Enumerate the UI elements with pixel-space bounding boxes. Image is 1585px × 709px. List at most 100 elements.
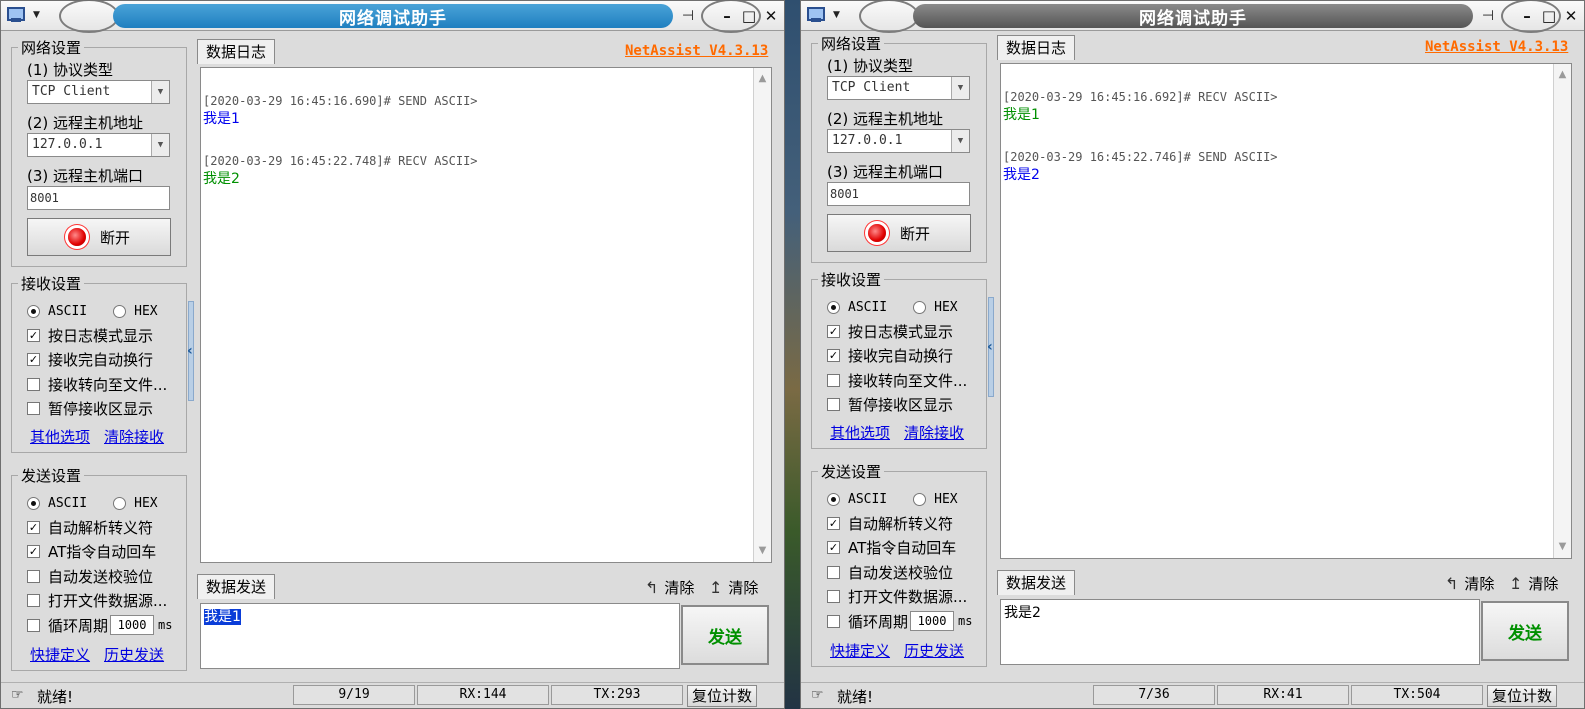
checkbox[interactable] [27,401,40,415]
host-select[interactable]: 127.0.0.1 ▼ [827,129,970,153]
reset-count-button[interactable]: 复位计数 [1487,685,1557,707]
shortcut-link[interactable]: 快捷定义 [830,640,890,661]
pause-display-option[interactable]: 暂停接收区显示 [827,394,953,414]
log-mode-option[interactable]: ✓ 按日志模式显示 [27,325,153,345]
at-auto-cr-option[interactable]: ✓ AT指令自动回车 [827,537,956,557]
send-button[interactable]: 发送 [681,605,769,665]
checkbox[interactable] [27,618,40,632]
pin-icon[interactable]: ⊣ [677,6,699,26]
title-bar[interactable]: ▼ 网络调试助手 ⊣ – □ ✕ [801,1,1584,33]
checkbox[interactable] [27,593,40,607]
history-send-link[interactable]: 历史发送 [904,640,964,661]
clear-send-button[interactable]: ↥ 清除 [1509,572,1558,594]
maximize-button[interactable]: □ [1539,6,1559,26]
send-button[interactable]: 发送 [1481,601,1569,661]
data-log-area[interactable]: [2020-03-29 16:45:16.690]# SEND ASCII> 我… [200,67,772,563]
checkbox[interactable] [827,397,840,411]
auto-checksum-option[interactable]: 自动发送校验位 [27,566,153,586]
host-select[interactable]: 127.0.0.1 ▼ [27,133,170,157]
checkbox-checked[interactable]: ✓ [827,348,840,362]
data-log-area[interactable]: [2020-03-29 16:45:16.692]# RECV ASCII> 我… [1000,63,1572,559]
collapse-left-icon[interactable]: ‹ [187,343,195,359]
tab-data-log[interactable]: 数据日志 [197,39,276,64]
checkbox-checked[interactable]: ✓ [27,328,40,342]
log-scrollbar[interactable]: ▲ ▼ [753,68,771,562]
checkbox[interactable] [27,569,40,583]
open-file-source-option[interactable]: 打开文件数据源... [827,586,967,606]
minimize-button[interactable]: – [717,6,737,26]
checkbox-checked[interactable]: ✓ [827,540,840,554]
checkbox[interactable] [27,377,40,391]
tab-data-send[interactable]: 数据发送 [997,570,1076,595]
redirect-file-option[interactable]: 接收转向至文件... [827,370,967,390]
chevron-down-icon[interactable]: ▼ [151,81,169,103]
chevron-down-icon[interactable]: ▼ [151,134,169,156]
chevron-down-icon[interactable]: ▼ [951,77,969,99]
recv-hex-radio[interactable] [113,304,127,318]
loop-period-input[interactable]: 1000 [110,615,155,635]
port-input[interactable]: 8001 [827,182,970,206]
loop-period-input[interactable]: 1000 [910,611,955,631]
auto-escape-option[interactable]: ✓ 自动解析转义符 [827,513,953,533]
title-bar[interactable]: ▼ 网络调试助手 ⊣ – □ ✕ [1,1,784,33]
other-options-link[interactable]: 其他选项 [830,422,890,443]
port-input[interactable]: 8001 [27,186,170,210]
scroll-up-icon[interactable]: ▲ [1554,66,1571,84]
auto-checksum-option[interactable]: 自动发送校验位 [827,562,953,582]
at-auto-cr-option[interactable]: ✓ AT指令自动回车 [27,541,156,561]
send-hex-radio[interactable] [113,496,127,510]
open-file-source-option[interactable]: 打开文件数据源... [27,590,167,610]
close-button[interactable]: ✕ [761,6,781,26]
maximize-button[interactable]: □ [739,6,759,26]
system-menu[interactable]: ▼ [5,4,65,26]
log-scrollbar[interactable]: ▲ ▼ [1553,64,1571,558]
pause-display-option[interactable]: 暂停接收区显示 [27,398,153,418]
reset-count-button[interactable]: 复位计数 [687,685,757,707]
pin-icon[interactable]: ⊣ [1477,6,1499,26]
send-ascii-radio[interactable] [27,496,40,510]
system-menu[interactable]: ▼ [805,4,865,26]
other-options-link[interactable]: 其他选项 [30,426,90,447]
protocol-select[interactable]: TCP Client ▼ [27,80,170,104]
checkbox-checked[interactable]: ✓ [827,324,840,338]
scroll-up-icon[interactable]: ▲ [754,70,771,88]
clear-recv-link[interactable]: 清除接收 [904,422,964,443]
auto-newline-option[interactable]: ✓ 接收完自动换行 [827,345,953,365]
protocol-select[interactable]: TCP Client ▼ [827,76,970,100]
recv-ascii-radio[interactable] [827,300,840,314]
brand-link[interactable]: NetAssist V4.3.13 [1425,39,1568,55]
send-ascii-radio[interactable] [827,492,840,506]
send-input[interactable]: 我是1 [200,603,680,669]
checkbox[interactable] [827,589,840,603]
recv-ascii-radio[interactable] [27,304,40,318]
send-input[interactable]: 我是2 [1000,599,1480,665]
clear-log-button[interactable]: ↰ 清除 [645,576,694,598]
checkbox-checked[interactable]: ✓ [27,520,40,534]
send-hex-radio[interactable] [913,492,927,506]
checkbox-checked[interactable]: ✓ [27,352,40,366]
tab-data-send[interactable]: 数据发送 [197,574,276,599]
auto-escape-option[interactable]: ✓ 自动解析转义符 [27,517,153,537]
checkbox[interactable] [827,373,840,387]
redirect-file-option[interactable]: 接收转向至文件... [27,374,167,394]
disconnect-button[interactable]: 断开 [827,214,971,252]
checkbox[interactable] [827,565,840,579]
clear-send-button[interactable]: ↥ 清除 [709,576,758,598]
checkbox-checked[interactable]: ✓ [827,516,840,530]
collapse-left-icon[interactable]: ‹ [987,339,995,355]
loop-period-option[interactable]: 循环周期 1000 ms [27,615,172,635]
minimize-button[interactable]: – [1517,6,1537,26]
chevron-down-icon[interactable]: ▼ [951,130,969,152]
clear-log-button[interactable]: ↰ 清除 [1445,572,1494,594]
scroll-down-icon[interactable]: ▼ [754,542,771,560]
loop-period-option[interactable]: 循环周期 1000 ms [827,611,972,631]
recv-hex-radio[interactable] [913,300,927,314]
close-button[interactable]: ✕ [1561,6,1581,26]
disconnect-button[interactable]: 断开 [27,218,171,256]
clear-recv-link[interactable]: 清除接收 [104,426,164,447]
scroll-down-icon[interactable]: ▼ [1554,538,1571,556]
checkbox[interactable] [827,614,840,628]
auto-newline-option[interactable]: ✓ 接收完自动换行 [27,349,153,369]
brand-link[interactable]: NetAssist V4.3.13 [625,43,768,59]
log-mode-option[interactable]: ✓ 按日志模式显示 [827,321,953,341]
